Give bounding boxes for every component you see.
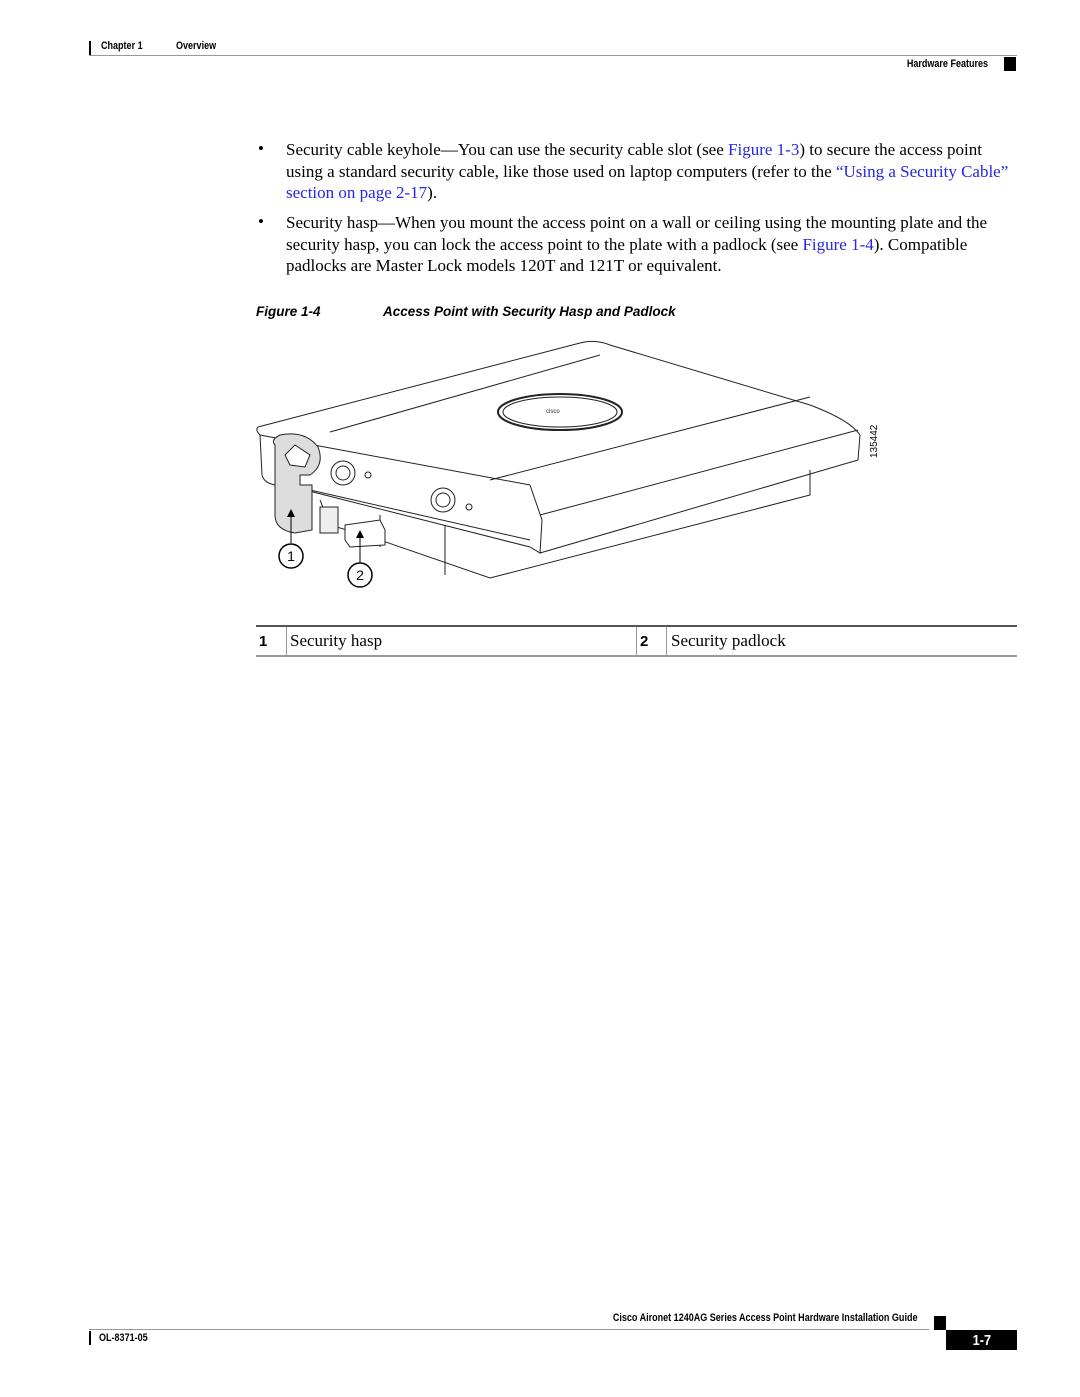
ap-front-lower: [309, 489, 531, 541]
footer-left-bar: [89, 1331, 91, 1345]
paragraph-text: ).: [427, 183, 438, 202]
page-number-box: 1-7: [946, 1330, 1017, 1350]
footer-doc-number: OL-8371-05: [99, 1332, 148, 1344]
bullet-icon: •: [258, 139, 264, 158]
figure-label: Figure 1-4: [256, 304, 321, 319]
legend-divider: [636, 627, 637, 655]
ap-base: [319, 470, 811, 579]
figure-legend-table: 1 Security hasp 2 Security padlock: [256, 625, 1017, 657]
header-chapter-title: Overview: [176, 40, 217, 52]
bullet-security-cable-keyhole: Security cable keyhole—You can use the s…: [286, 139, 1021, 204]
footer-guide-title: Cisco Aironet 1240AG Series Access Point…: [612, 1312, 917, 1324]
cross-reference-link[interactable]: Figure 1-3: [728, 140, 799, 159]
page-number: 1-7: [972, 1331, 991, 1349]
footer-rule: [89, 1329, 929, 1330]
header-rule: [89, 55, 1017, 56]
footer-marker: [934, 1316, 946, 1330]
callout-label-1: 1: [287, 548, 295, 564]
ap-right-edge: [539, 434, 861, 554]
callout-label-2: 2: [356, 567, 364, 583]
legend-text-2: Security padlock: [671, 631, 786, 650]
figure-title: Access Point with Security Hasp and Padl…: [383, 304, 676, 319]
bullet-icon: •: [258, 212, 264, 231]
paragraph-text: Security cable keyhole—You can use the s…: [286, 140, 729, 159]
cisco-logo-disc: [497, 393, 623, 431]
cross-reference-link[interactable]: Figure 1-4: [802, 235, 873, 254]
legend-divider: [286, 627, 287, 655]
legend-num-1: 1: [259, 632, 268, 650]
header-left-bar: [89, 41, 91, 55]
security-padlock: [319, 506, 339, 534]
legend-text-1: Security hasp: [290, 631, 383, 650]
header-chapter: Chapter 1: [101, 40, 143, 52]
legend-num-2: 2: [640, 632, 649, 650]
legend-divider: [666, 627, 667, 655]
bullet-security-hasp: Security hasp—When you mount the access …: [286, 212, 1021, 277]
antenna-connector-right: [430, 487, 456, 513]
header-section: Hardware Features: [906, 58, 988, 70]
header-marker: [1004, 57, 1016, 71]
figure-image-number: 135442: [869, 424, 880, 458]
access-point-illustration: cisco 1 2: [256, 340, 861, 588]
antenna-connector-left: [330, 460, 356, 486]
svg-text:cisco: cisco: [546, 409, 560, 415]
